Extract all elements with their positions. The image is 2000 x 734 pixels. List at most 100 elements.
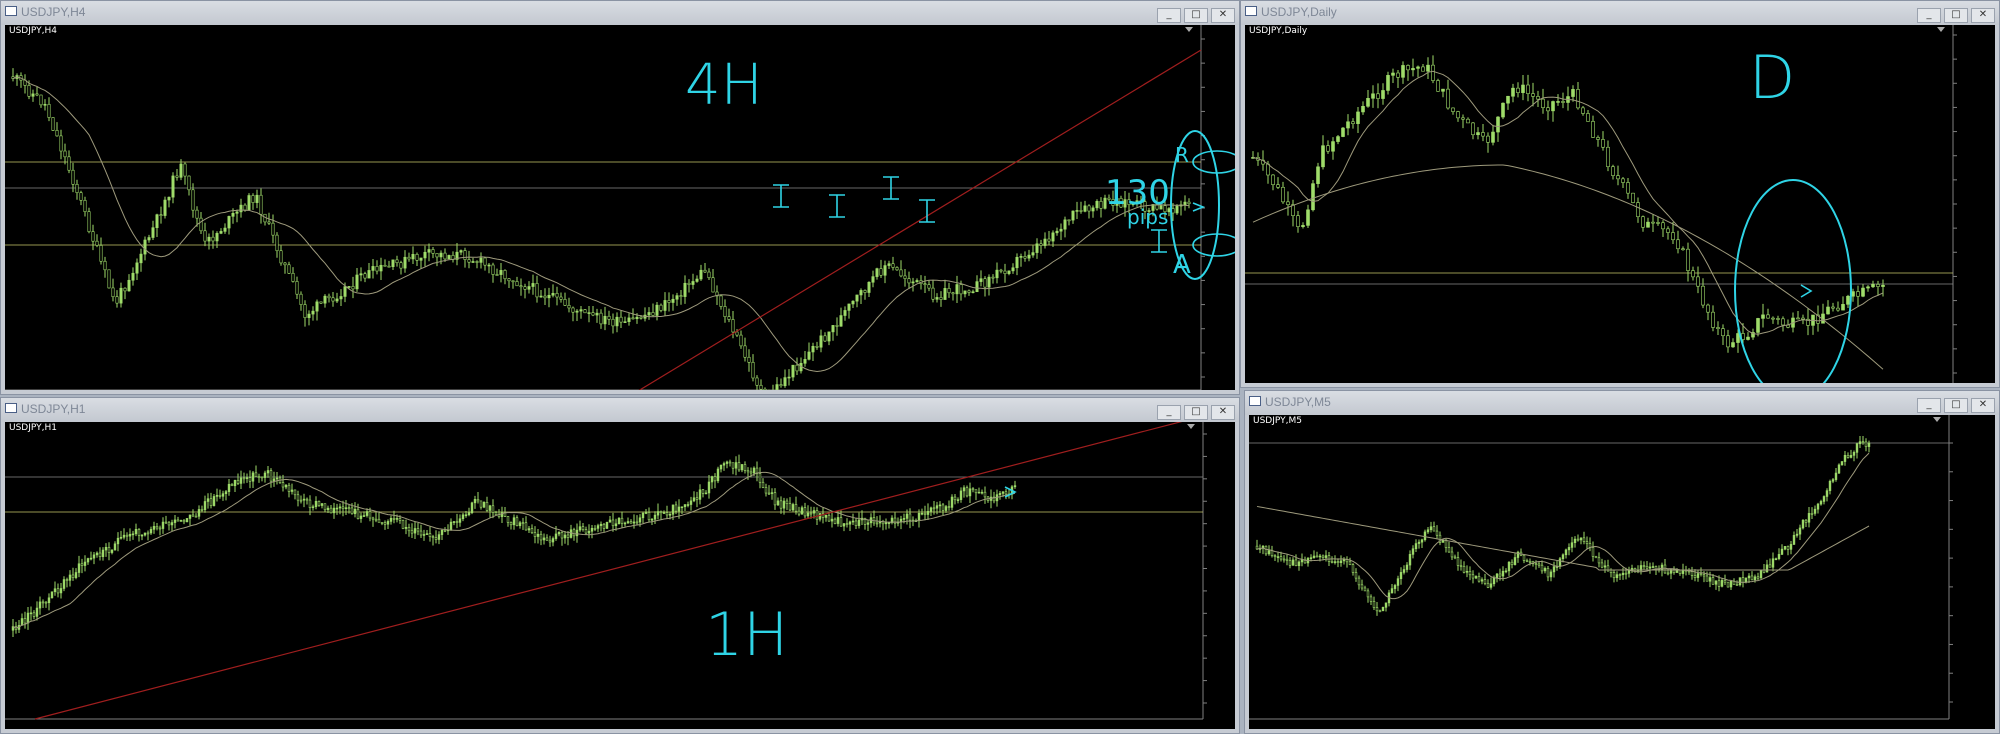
candle: [1738, 577, 1742, 586]
window-titlebar[interactable]: USDJPY,H1 _ □ ✕: [1, 398, 1239, 422]
candle: [347, 507, 351, 509]
candle: [811, 345, 815, 353]
candle: [875, 268, 879, 277]
window-titlebar[interactable]: USDJPY,M5 _ □ ✕: [1245, 391, 1999, 415]
chart-canvas[interactable]: [5, 422, 1235, 729]
candle: [1435, 530, 1439, 536]
candle: [55, 130, 59, 137]
minimize-button[interactable]: _: [1157, 8, 1181, 23]
candle: [711, 277, 715, 293]
maximize-button[interactable]: □: [1184, 405, 1208, 420]
candle: [1780, 548, 1784, 555]
candle: [866, 522, 870, 525]
candle: [1372, 601, 1376, 608]
candle: [1351, 564, 1355, 573]
chart-window-usdjpy-h1[interactable]: USDJPY,H1 _ □ ✕ USDJPY,H1 1H: [0, 397, 1240, 734]
price-chart-area[interactable]: USDJPY,H4 4H 130 pips R A: [5, 25, 1235, 390]
candle: [611, 318, 615, 327]
candle: [363, 273, 367, 279]
candle: [725, 461, 729, 464]
candle: [259, 194, 263, 215]
candle: [1316, 166, 1320, 184]
candle: [623, 321, 627, 323]
candle: [95, 552, 99, 556]
close-button[interactable]: ✕: [1971, 8, 1995, 23]
candle: [1466, 118, 1470, 124]
candle: [1279, 556, 1283, 560]
candle: [1063, 219, 1067, 230]
candle: [1318, 555, 1322, 558]
candle: [977, 491, 981, 494]
candle: [629, 521, 633, 524]
minimize-button[interactable]: _: [1917, 8, 1941, 23]
candle: [332, 507, 336, 514]
candle: [331, 297, 335, 302]
candle: [795, 364, 799, 372]
maximize-button[interactable]: □: [1184, 8, 1208, 23]
candle: [1264, 545, 1268, 555]
candle: [459, 250, 463, 253]
candle: [149, 529, 153, 534]
candle: [1436, 80, 1440, 92]
close-button[interactable]: ✕: [1971, 398, 1995, 413]
close-button[interactable]: ✕: [1211, 405, 1235, 420]
chart-canvas[interactable]: [1245, 25, 1995, 383]
candle: [1846, 454, 1850, 458]
maximize-button[interactable]: □: [1944, 398, 1968, 413]
candle: [317, 500, 321, 506]
candle: [1015, 256, 1019, 269]
candle: [515, 281, 519, 287]
window-titlebar[interactable]: USDJPY,Daily _ □ ✕: [1241, 1, 1999, 25]
candle: [155, 214, 159, 228]
candle: [619, 316, 623, 323]
candle: [1446, 88, 1450, 109]
candle: [362, 515, 366, 517]
price-chart-area[interactable]: USDJPY,Daily D: [1245, 25, 1995, 383]
annotation-pips-unit: pips: [1127, 205, 1169, 229]
candle: [656, 511, 660, 516]
candle: [767, 492, 771, 495]
candle: [935, 505, 939, 509]
candle: [284, 484, 288, 488]
price-chart-area[interactable]: USDJPY,H1 1H: [5, 422, 1235, 729]
candle: [1846, 295, 1850, 305]
candle: [1273, 555, 1277, 558]
candle: [1714, 580, 1718, 585]
minimize-button[interactable]: _: [1157, 405, 1181, 420]
candle: [113, 543, 117, 551]
chart-window-usdjpy-h4[interactable]: USDJPY,H4 _ □ ✕ USDJPY,H4 4H 130 pips R A: [0, 0, 1240, 395]
candle: [335, 298, 339, 302]
candle: [359, 515, 363, 519]
candle: [1453, 556, 1457, 559]
window-titlebar[interactable]: USDJPY,H4 _ □ ✕: [1, 1, 1239, 25]
price-chart-area[interactable]: USDJPY,M5: [1249, 415, 1995, 729]
close-button[interactable]: ✕: [1211, 8, 1235, 23]
candle: [979, 278, 983, 282]
candle: [235, 211, 239, 214]
annotation-timeframe: 1H: [705, 600, 789, 670]
candle: [68, 574, 72, 581]
window-title: USDJPY,Daily: [1261, 5, 1337, 19]
chart-canvas[interactable]: [1249, 415, 1995, 729]
candle: [439, 252, 443, 258]
candle: [1381, 90, 1385, 99]
candle: [1507, 561, 1511, 572]
candle: [194, 515, 198, 518]
candle: [1723, 580, 1727, 583]
candle: [1459, 565, 1463, 567]
chart-canvas[interactable]: [5, 25, 1235, 390]
candle: [1376, 93, 1380, 99]
window-title: USDJPY,H1: [21, 402, 86, 416]
candle: [617, 517, 621, 525]
candle: [677, 506, 681, 512]
minimize-button[interactable]: _: [1917, 398, 1941, 413]
candle: [1546, 107, 1550, 112]
candle: [1646, 221, 1650, 228]
candle: [283, 262, 287, 266]
candle: [620, 517, 624, 524]
candle: [319, 301, 323, 304]
maximize-button[interactable]: □: [1944, 8, 1968, 23]
chart-window-usdjpy-m5[interactable]: USDJPY,M5 _ □ ✕ USDJPY,M5: [1244, 390, 2000, 734]
candle: [395, 259, 399, 263]
chart-window-usdjpy-daily[interactable]: USDJPY,Daily _ □ ✕ USDJPY,Daily D: [1240, 0, 2000, 388]
